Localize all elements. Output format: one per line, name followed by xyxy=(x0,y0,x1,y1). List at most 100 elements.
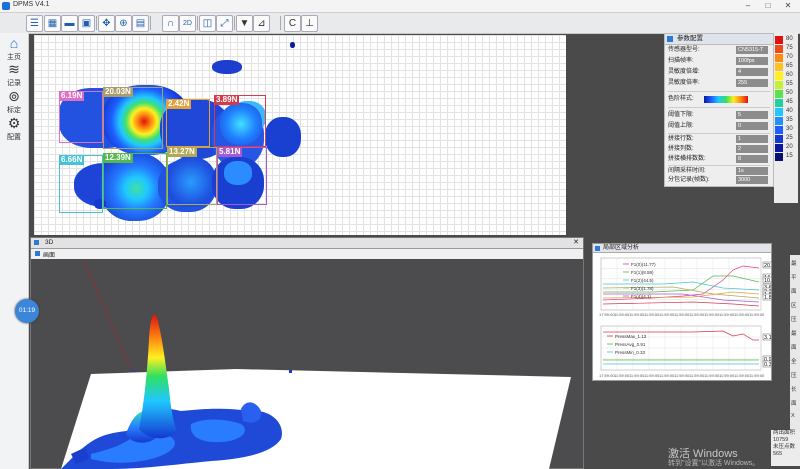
param-row: 灵敏度倍率: 255 xyxy=(668,79,770,88)
series-name: F1(2)(44.5) xyxy=(631,278,654,283)
pressure-blob xyxy=(212,60,242,74)
right-edge-label: 平 xyxy=(791,275,797,281)
zone-force-label: 3.89N xyxy=(214,95,240,105)
x-tick: 17:59:00 xyxy=(599,312,615,317)
zone-box[interactable]: 6.19N xyxy=(59,91,103,143)
legend-value: 20 xyxy=(786,144,793,150)
right-edge-label: 面 xyxy=(791,345,797,351)
x-tick: 11:59:00 xyxy=(749,373,765,378)
nav-item-settings[interactable]: ⚙ 配置 xyxy=(0,115,28,142)
nav-item-records[interactable]: ≋ 记录 xyxy=(0,61,28,88)
pressure-3d-view[interactable]: 3D ✕ 画面 xyxy=(30,237,584,469)
magnet-icon[interactable]: ∩ xyxy=(162,15,179,32)
x-tick: 11:59:00 xyxy=(689,312,705,317)
param-row: 拼接列数: 2 xyxy=(668,145,770,154)
toolbar: ☰ ▦ ▬ ▣ ✥ ⊕ ▤ ∩ 2D ◫ ⤢ ▼ ⊿ C ⊥ xyxy=(0,13,800,34)
zone-box[interactable]: 12.39N xyxy=(103,153,167,209)
zone-box[interactable]: 3.89N xyxy=(214,95,266,147)
right-edge-label: 面 xyxy=(791,289,797,295)
legend-swatch xyxy=(775,54,783,62)
close-icon[interactable]: ✕ xyxy=(573,238,579,246)
axis-icon[interactable]: ⊥ xyxy=(301,15,318,32)
nav-item-calibrate[interactable]: ⊚ 标定 xyxy=(0,88,28,115)
param-value[interactable]: 3000 xyxy=(736,176,768,184)
filter-icon[interactable]: ▼ xyxy=(236,15,253,32)
param-value[interactable]: 100fps xyxy=(736,57,768,65)
info-label: 两出面积 xyxy=(773,430,796,436)
param-value[interactable]: 0 xyxy=(736,122,768,130)
3d-icon[interactable]: 2D xyxy=(179,15,196,32)
table-icon[interactable]: ▤ xyxy=(132,15,149,32)
nav-item-home[interactable]: ⌂ 主页 xyxy=(0,35,28,62)
image-icon xyxy=(35,251,40,256)
right-edge-label: 压 xyxy=(791,373,797,379)
zone-box[interactable]: 6.66N xyxy=(59,155,103,213)
pressure-heatmap-2d[interactable]: 6.19N 20.03N 2.42N 3.89N 6.66N 12.39N 13… xyxy=(34,35,566,235)
top-value-box: 20.79 xyxy=(764,263,771,269)
legend-value: 70 xyxy=(786,54,793,60)
panel-3d-title: 3D xyxy=(45,239,54,246)
chart-icon[interactable]: ⊿ xyxy=(253,15,270,32)
settings-icon xyxy=(667,36,673,42)
x-tick: 11:59:00 xyxy=(719,373,735,378)
zoom-fit-icon[interactable]: ⤢ xyxy=(216,15,233,32)
param-row: 传感器型号: CN5315-T xyxy=(668,46,770,55)
3d-surface xyxy=(61,259,571,469)
bottom-value-box: 3.13 xyxy=(764,335,771,341)
minimize-button[interactable]: – xyxy=(738,0,758,12)
zone-force-label: 5.81N xyxy=(217,147,243,157)
param-value[interactable]: 255 xyxy=(736,79,768,87)
save-icon[interactable]: ▣ xyxy=(78,15,95,32)
zone-box[interactable]: 20.03N xyxy=(103,87,163,149)
x-tick: 17:59:00 xyxy=(599,373,615,378)
right-edge-label: 面 xyxy=(791,401,797,407)
right-edge-label: 全 xyxy=(791,359,797,365)
zone-box[interactable]: 2.42N xyxy=(166,99,210,147)
param-value[interactable]: 1s xyxy=(736,167,768,175)
panel-3d-toolbar: 画面 xyxy=(31,249,583,259)
legend-value: 40 xyxy=(786,108,793,114)
x-tick: 11:59:00 xyxy=(689,373,705,378)
menu-icon[interactable]: ☰ xyxy=(26,15,43,32)
top-value-box: 10.73 xyxy=(764,278,771,284)
cube-icon xyxy=(34,240,39,245)
legend-value: 35 xyxy=(786,117,793,123)
bottom-value-box: 0.32 xyxy=(764,362,771,368)
colormap-select[interactable] xyxy=(704,96,748,103)
legend-value: 30 xyxy=(786,126,793,132)
grid-icon[interactable]: ▦ xyxy=(44,15,61,32)
timer-bubble[interactable]: 01:19 xyxy=(15,299,39,323)
param-value[interactable]: 1 xyxy=(736,135,768,143)
x-tick: 11:59:00 xyxy=(674,312,690,317)
zone-box[interactable]: 13.27N xyxy=(167,147,217,205)
param-value[interactable]: 4 xyxy=(736,68,768,76)
param-value[interactable]: 2 xyxy=(736,145,768,153)
info-value: 565 xyxy=(773,451,783,457)
param-value[interactable]: 8 xyxy=(736,155,768,163)
series-name: PressMax_1.13 xyxy=(615,334,647,339)
analysis-panel: 局部区域分析 F1(0)(11.77) F1(1)(8.59) F1(2)(44.5… xyxy=(592,243,772,381)
series-name: F1(1)(8.59) xyxy=(631,270,654,275)
param-value[interactable]: CN5315-T xyxy=(736,46,768,54)
pan-icon[interactable]: ✥ xyxy=(98,15,115,32)
right-edge-label: 最 xyxy=(791,261,797,267)
zone-force-label: 13.27N xyxy=(167,147,197,157)
panel-3d-tab[interactable]: 画面 xyxy=(43,250,55,259)
stack-icon[interactable]: ◫ xyxy=(199,15,216,32)
maximize-button[interactable]: □ xyxy=(758,0,778,12)
crosshair-icon[interactable]: ⊕ xyxy=(115,15,132,32)
left-nav: ⌂ 主页 ≋ 记录 ⊚ 标定 ⚙ 配置 xyxy=(0,33,29,469)
zone-box[interactable]: 5.81N xyxy=(217,147,267,205)
letter-c-icon[interactable]: C xyxy=(284,15,301,32)
close-button[interactable]: ✕ xyxy=(778,0,798,12)
folder-icon[interactable]: ▬ xyxy=(61,15,78,32)
param-row: 间隔采样时间: 1s xyxy=(668,167,770,176)
home-icon: ⌂ xyxy=(9,35,19,51)
pressure-blob xyxy=(290,42,295,48)
x-tick: 11:59:00 xyxy=(614,312,630,317)
param-value[interactable]: 5 xyxy=(736,111,768,119)
param-row: 拼接横排数数: 8 xyxy=(668,155,770,164)
legend-swatch xyxy=(775,72,783,80)
legend-swatch xyxy=(775,99,783,107)
param-row-colormap: 色阶样式: xyxy=(668,95,770,104)
